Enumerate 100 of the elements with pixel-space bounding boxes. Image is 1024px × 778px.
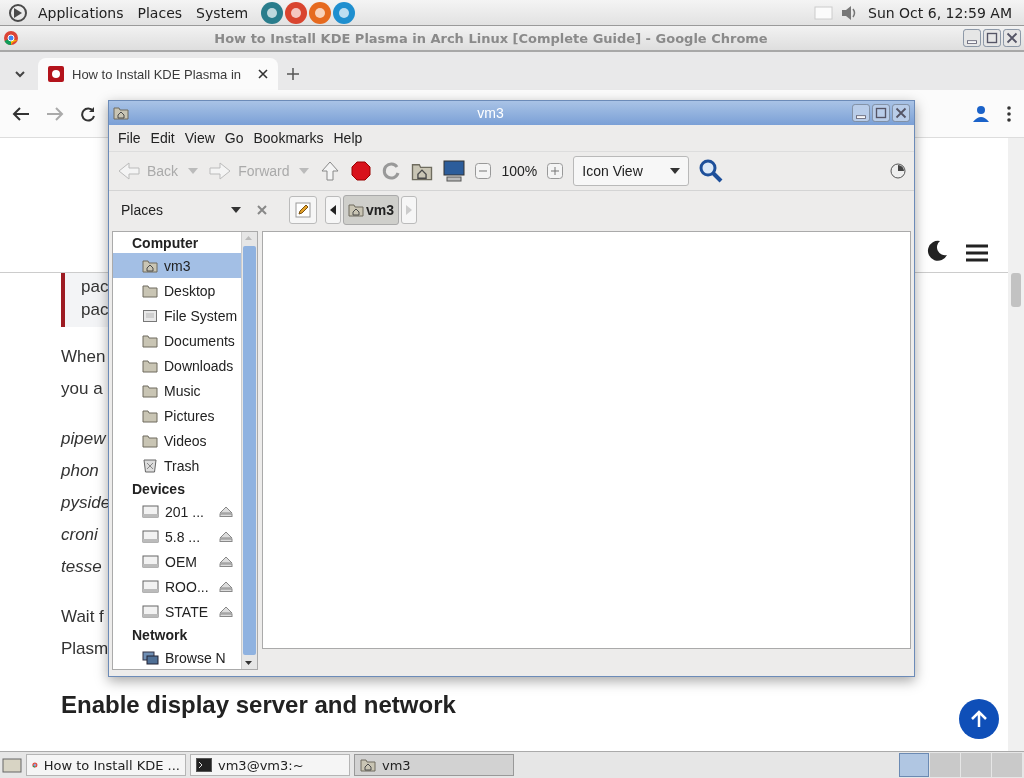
window-title: How to Install KDE Plasma in Arch Linux [Complete Guide] - Google Chrome bbox=[213, 30, 769, 46]
app-launcher-icon[interactable] bbox=[308, 0, 333, 25]
sidebar-item[interactable]: STATE bbox=[113, 599, 241, 624]
eject-icon[interactable] bbox=[219, 606, 233, 617]
menu-item[interactable]: Edit bbox=[145, 130, 180, 146]
sidebar-item[interactable]: Documents bbox=[113, 328, 241, 353]
up-arrow-icon bbox=[970, 710, 988, 728]
menu-item[interactable]: File bbox=[113, 130, 146, 146]
sidebar-item[interactable]: File System bbox=[113, 303, 241, 328]
eject-icon[interactable] bbox=[219, 581, 233, 592]
zoom-out-icon[interactable] bbox=[475, 163, 492, 179]
sidebar-item[interactable]: Pictures bbox=[113, 403, 241, 428]
folder-icon bbox=[142, 383, 158, 398]
sidebar-item[interactable]: Browse N bbox=[113, 645, 241, 669]
sidebar-item[interactable]: Downloads bbox=[113, 353, 241, 378]
panel-menu[interactable]: Applications bbox=[34, 4, 128, 21]
close-icon[interactable] bbox=[258, 69, 268, 79]
places-dropdown[interactable]: Places bbox=[113, 202, 249, 218]
taskbar-button[interactable]: vm3 bbox=[354, 754, 514, 776]
sidebar-item[interactable]: 5.8 ... bbox=[113, 524, 241, 549]
eject-icon[interactable] bbox=[219, 556, 233, 567]
folder-icon bbox=[142, 408, 158, 423]
browser-tab[interactable]: How to Install KDE Plasma in bbox=[38, 58, 278, 90]
folder-icon bbox=[142, 358, 158, 373]
sidebar-item[interactable]: Desktop bbox=[113, 278, 241, 303]
home-folder-icon bbox=[113, 106, 129, 120]
maximize-button[interactable] bbox=[872, 104, 890, 122]
scrollbar[interactable] bbox=[241, 232, 257, 669]
section-heading: Enable display server and network bbox=[61, 691, 456, 719]
article-text: croni bbox=[61, 525, 98, 544]
app-launcher-icon[interactable] bbox=[332, 0, 357, 25]
menu-icon[interactable] bbox=[966, 244, 988, 262]
taskbar-button[interactable]: vm3@vm3:~ bbox=[190, 754, 350, 776]
reload-icon[interactable] bbox=[80, 105, 96, 122]
forward-arrow-icon bbox=[208, 161, 233, 181]
menu-item[interactable]: View bbox=[179, 130, 220, 146]
caret-icon bbox=[670, 168, 681, 174]
up-arrow-icon[interactable] bbox=[319, 160, 342, 182]
home-folder-icon bbox=[360, 758, 376, 772]
app-launcher-icon[interactable] bbox=[284, 0, 309, 25]
sidebar-item[interactable]: vm3 bbox=[113, 253, 241, 278]
view-dropdown[interactable]: Icon View bbox=[573, 156, 690, 186]
menu-icon[interactable] bbox=[1006, 104, 1012, 123]
eject-icon[interactable] bbox=[219, 506, 233, 517]
menu-item[interactable]: Bookmarks bbox=[248, 130, 329, 146]
network-icon bbox=[142, 650, 159, 665]
profile-icon[interactable] bbox=[972, 104, 990, 123]
scrollbar[interactable] bbox=[1008, 138, 1024, 751]
minimize-button[interactable] bbox=[852, 104, 870, 122]
sidebar-item[interactable]: OEM bbox=[113, 549, 241, 574]
panel-menu[interactable]: System bbox=[192, 4, 253, 21]
search-icon[interactable] bbox=[699, 159, 724, 183]
drive-icon bbox=[142, 555, 159, 568]
left-triangle-icon bbox=[330, 205, 336, 215]
sidebar-heading: Devices bbox=[131, 480, 186, 499]
sidebar-item[interactable]: Music bbox=[113, 378, 241, 403]
forward-arrow-icon[interactable] bbox=[46, 105, 64, 122]
sidebar-item[interactable]: Videos bbox=[113, 428, 241, 453]
article-text: phon bbox=[61, 461, 99, 480]
taskbar-button[interactable]: How to Install KDE ... bbox=[26, 754, 186, 776]
caret-icon bbox=[231, 207, 241, 213]
drive-icon bbox=[142, 605, 159, 618]
path-button[interactable]: vm3 bbox=[343, 195, 400, 225]
article-text: When bbox=[61, 347, 106, 366]
sidebar-heading: Computer bbox=[131, 234, 200, 253]
sidebar-item[interactable]: 201 ... bbox=[113, 499, 241, 524]
panel-menu[interactable]: Places bbox=[133, 4, 187, 21]
dark-mode-icon[interactable] bbox=[926, 240, 948, 262]
close-button[interactable] bbox=[1003, 29, 1021, 47]
site-icon bbox=[48, 66, 64, 82]
sidebar-item[interactable]: Trash bbox=[113, 453, 241, 478]
minimize-button[interactable] bbox=[963, 29, 981, 47]
volume-icon[interactable] bbox=[840, 3, 858, 22]
pencil-icon bbox=[295, 202, 311, 218]
menu-item[interactable]: Go bbox=[219, 130, 249, 146]
stop-icon[interactable] bbox=[351, 161, 372, 181]
edit-location-button[interactable] bbox=[289, 196, 317, 224]
callout-text: pac bbox=[81, 276, 110, 298]
workspace-button[interactable] bbox=[899, 753, 929, 777]
chrome-icon bbox=[3, 30, 19, 46]
path-left-button[interactable] bbox=[325, 196, 341, 224]
caret-icon bbox=[299, 168, 310, 174]
computer-icon[interactable] bbox=[443, 160, 466, 182]
folder-icon bbox=[142, 283, 158, 298]
zoom-in-icon[interactable] bbox=[547, 163, 564, 179]
foot-logo-icon[interactable] bbox=[8, 2, 28, 23]
maximize-button[interactable] bbox=[983, 29, 1001, 47]
back-arrow-icon bbox=[117, 161, 141, 181]
menu-item[interactable]: Help bbox=[328, 130, 368, 146]
sidebar-item[interactable]: ROO... bbox=[113, 574, 241, 599]
close-button[interactable] bbox=[892, 104, 910, 122]
show-desktop-icon[interactable] bbox=[2, 756, 22, 774]
article-text: tesse bbox=[61, 557, 102, 576]
folder-icon bbox=[142, 433, 158, 448]
clock[interactable]: Sun Oct 6, 12:59 AM bbox=[864, 4, 1016, 21]
back-arrow-icon[interactable] bbox=[12, 105, 30, 122]
drive-icon bbox=[142, 580, 159, 593]
app-launcher-icon[interactable] bbox=[260, 0, 285, 25]
eject-icon[interactable] bbox=[219, 531, 233, 542]
scroll-to-top-button[interactable] bbox=[959, 699, 999, 739]
